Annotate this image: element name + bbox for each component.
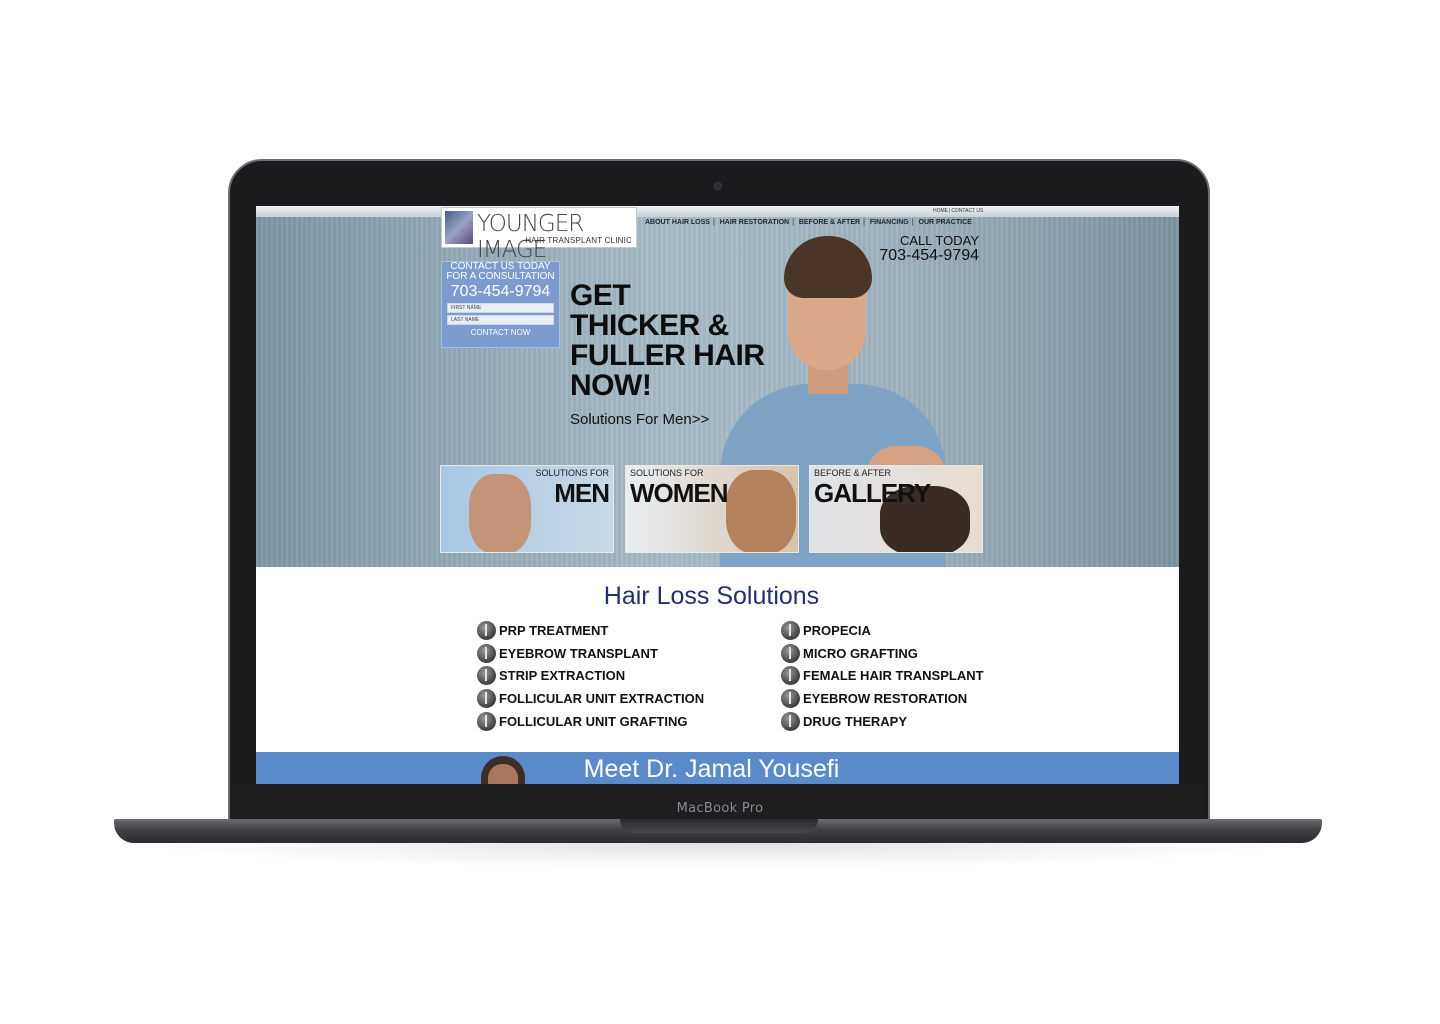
headline-line: GET: [570, 279, 631, 312]
contact-now-button[interactable]: CONTACT NOW: [442, 328, 559, 337]
solution-label: FEMALE HAIR TRANSPLANT: [803, 668, 984, 684]
tile-gallery[interactable]: BEFORE & AFTER GALLERY: [809, 465, 983, 553]
headline-line: THICKER &: [570, 309, 729, 342]
hero-banner: HOME|CONTACT US YOUNGER IMAGE HAIR TRANS…: [256, 206, 1179, 567]
follicle-icon: [781, 620, 800, 640]
headline-line: NOW!: [570, 369, 652, 402]
follicle-icon: [781, 643, 800, 663]
contact-form: CONTACT US TODAY FOR A CONSULTATION 703-…: [441, 261, 560, 348]
model-label: MacBook Pro: [676, 801, 764, 816]
follicle-icon: [477, 620, 496, 640]
first-name-field[interactable]: FIRST NAME: [447, 303, 554, 313]
top-link-contact[interactable]: CONTACT US: [951, 208, 983, 214]
solution-item[interactable]: EYEBROW RESTORATION: [781, 687, 984, 710]
solution-label: DRUG THERAPY: [803, 713, 908, 729]
contact-phone[interactable]: 703-454-9794: [442, 283, 559, 301]
nav-separator: |: [863, 219, 865, 226]
solution-item[interactable]: STRIP EXTRACTION: [477, 664, 704, 687]
nav-item-financing[interactable]: FINANCING: [870, 219, 909, 226]
solution-item[interactable]: MICRO GRAFTING: [781, 642, 984, 665]
tile-men-photo: [469, 474, 531, 552]
main-nav: ABOUT HAIR LOSS | HAIR RESTORATION | BEFOR…: [645, 219, 972, 226]
solution-item[interactable]: FOLLICULAR UNIT GRAFTING: [477, 710, 704, 733]
hero-headline: GET THICKER & FULLER HAIR NOW!: [570, 279, 765, 402]
top-bar: [256, 206, 1179, 217]
contact-line-2: FOR A CONSULTATION: [446, 271, 555, 282]
tile-big-label: GALLERY: [814, 478, 931, 508]
top-links: HOME|CONTACT US: [933, 208, 984, 214]
solution-label: PROPECIA: [803, 622, 871, 638]
follicle-icon: [781, 711, 800, 731]
follicle-icon: [781, 666, 800, 686]
solution-label: STRIP EXTRACTION: [499, 668, 626, 684]
nav-item-our-practice[interactable]: OUR PRACTICE: [919, 219, 972, 226]
solution-label: MICRO GRAFTING: [803, 645, 918, 661]
solutions-list-left: PRP TREATMENT EYEBROW TRANSPLANT STRIP E…: [477, 619, 704, 732]
solution-item[interactable]: FOLLICULAR UNIT EXTRACTION: [477, 687, 704, 710]
nav-separator: |: [712, 219, 715, 226]
tile-small-label: SOLUTIONS FOR: [630, 468, 704, 478]
solution-label: EYEBROW RESTORATION: [803, 690, 968, 706]
call-today: CALL TODAY 703-454-9794: [879, 233, 979, 265]
laptop-shadow: [130, 843, 1306, 869]
solution-item[interactable]: PROPECIA: [781, 619, 984, 642]
nav-item-hair-restoration[interactable]: HAIR RESTORATION: [720, 219, 789, 226]
meet-doctor-banner: Meet Dr. Jamal Yousefi: [256, 752, 1179, 784]
solution-item[interactable]: EYEBROW TRANSPLANT: [477, 642, 704, 665]
follicle-icon: [781, 688, 800, 708]
logo-mark-icon: [445, 211, 473, 244]
solution-label: PRP TREATMENT: [499, 622, 609, 638]
logo-subtitle: HAIR TRANSPLANT CLINIC: [525, 236, 632, 245]
nav-separator: |: [792, 219, 794, 226]
tile-big-label: WOMEN: [630, 478, 729, 508]
follicle-icon: [477, 666, 496, 686]
solution-label: FOLLICULAR UNIT EXTRACTION: [499, 690, 705, 706]
nav-item-about-hair-loss[interactable]: ABOUT HAIR LOSS: [645, 219, 710, 226]
section-title: Hair Loss Solutions: [603, 582, 820, 610]
solutions-for-men-link[interactable]: Solutions For Men>>: [570, 411, 709, 428]
laptop-notch: [620, 819, 818, 833]
tile-small-label: SOLUTIONS FOR: [535, 468, 609, 478]
meet-doctor-title[interactable]: Meet Dr. Jamal Yousefi: [256, 755, 1167, 784]
site-logo[interactable]: YOUNGER IMAGE HAIR TRANSPLANT CLINIC: [441, 207, 637, 263]
tile-solutions-women[interactable]: SOLUTIONS FOR WOMEN: [625, 465, 799, 553]
solution-label: EYEBROW TRANSPLANT: [499, 645, 658, 661]
call-phone[interactable]: 703-454-9794: [879, 247, 979, 265]
call-label: CALL TODAY: [900, 233, 979, 248]
nav-separator: |: [911, 219, 914, 226]
tile-big-label: MEN: [554, 478, 610, 508]
tile-solutions-men[interactable]: SOLUTIONS FOR MEN: [440, 465, 614, 553]
screen: HOME|CONTACT US YOUNGER IMAGE HAIR TRANS…: [256, 206, 1179, 784]
solution-label: FOLLICULAR UNIT GRAFTING: [499, 713, 688, 729]
solution-item[interactable]: DRUG THERAPY: [781, 710, 984, 733]
top-link-home[interactable]: HOME: [933, 208, 948, 214]
last-name-field[interactable]: LAST NAME: [447, 315, 554, 325]
solutions-list-right: PROPECIA MICRO GRAFTING FEMALE HAIR TRAN…: [781, 619, 984, 732]
solution-item[interactable]: FEMALE HAIR TRANSPLANT: [781, 664, 984, 687]
follicle-icon: [477, 688, 496, 708]
camera-icon: [714, 182, 722, 190]
tile-small-label: BEFORE & AFTER: [814, 468, 892, 478]
tile-women-photo: [726, 470, 796, 552]
follicle-icon: [477, 643, 496, 663]
follicle-icon: [477, 711, 496, 731]
nav-item-before-after[interactable]: BEFORE & AFTER: [799, 219, 860, 226]
headline-line: FULLER HAIR: [570, 339, 765, 372]
solution-item[interactable]: PRP TREATMENT: [477, 619, 704, 642]
hero-model-hair: [784, 236, 872, 298]
